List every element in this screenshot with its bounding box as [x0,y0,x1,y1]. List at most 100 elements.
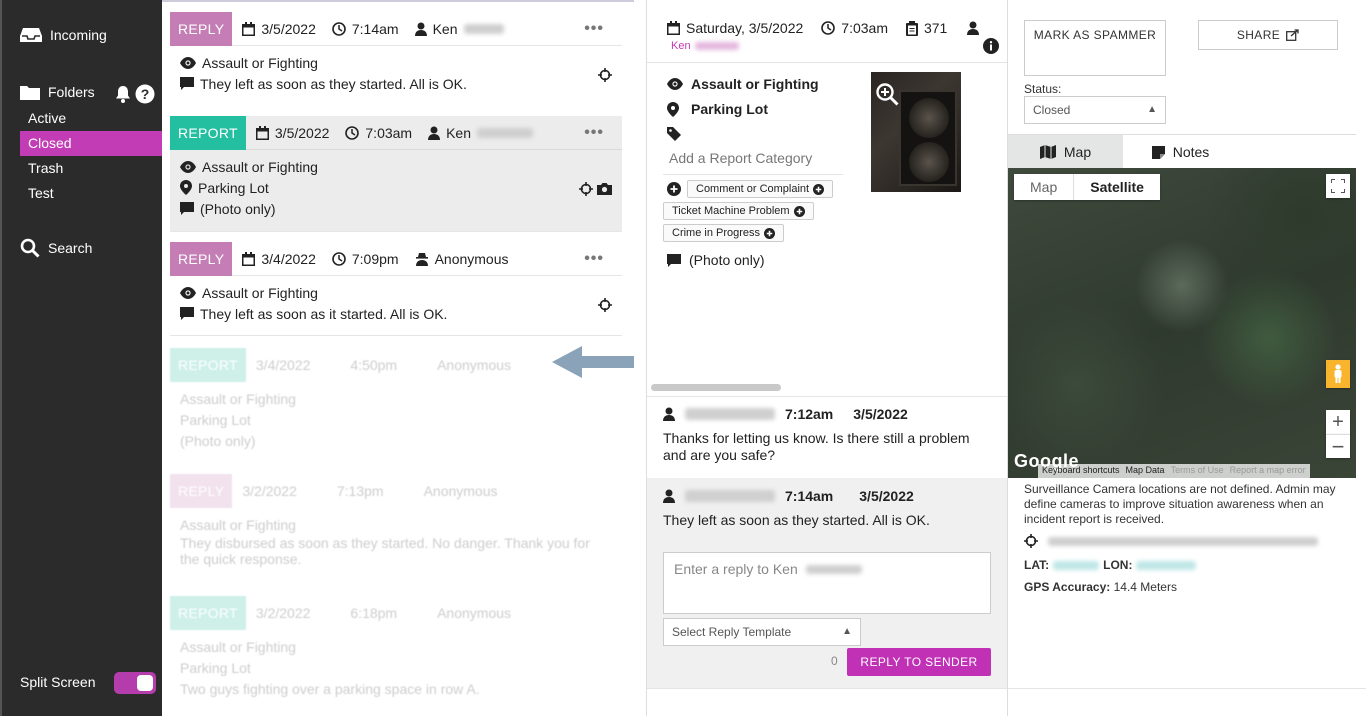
more-options-icon[interactable]: ••• [584,124,604,142]
anonymous-icon [415,252,429,266]
list-item[interactable]: REPLY 3/4/2022 7:09pm Anonymous ••• Assa… [170,241,622,336]
card-date: 3/2/2022 [242,483,297,499]
message-text: Thanks for letting us know. Is there sti… [663,430,970,463]
card-message: They left as soon as it started. All is … [200,305,448,322]
sidebar-folders-header: Folders [20,84,95,100]
bell-icon[interactable] [114,85,132,103]
card-location: Parking Lot [180,659,251,676]
detail-horizontal-scrollbar[interactable] [651,384,781,391]
locate-icon[interactable] [579,182,593,196]
note-icon [1151,145,1165,159]
tab-map-label: Map [1063,144,1092,160]
card-sender: Anonymous [434,250,509,267]
panel-tabs: Map Notes [1008,134,1356,169]
list-item-selected[interactable]: REPORT 3/5/2022 7:03am Ken ••• Assault o… [170,115,622,232]
camera-icon[interactable] [597,182,612,196]
sidebar-item-trash[interactable]: Trash [20,156,164,181]
report-photo[interactable] [871,72,961,192]
folders-label: Folders [48,84,95,100]
card-category: Assault or Fighting [202,54,318,71]
detail-sender[interactable]: Ken [671,40,739,52]
locate-icon[interactable] [598,68,612,82]
help-icon[interactable]: ? [135,84,155,104]
sidebar-item-test[interactable]: Test [20,181,164,206]
more-options-icon[interactable]: ••• [584,20,604,38]
reply-textarea[interactable]: Enter a reply to Ken [663,552,991,614]
list-item[interactable]: REPLY 3/5/2022 7:14am Ken ••• Assault or… [170,11,622,118]
card-time: 6:18pm [350,605,398,621]
calendar-icon [242,21,256,36]
status-label: Status: [1024,82,1062,96]
sidebar-item-search[interactable]: Search [20,238,92,258]
incident-list: REPLY 3/5/2022 7:14am Ken ••• Assault or… [162,0,634,716]
share-button[interactable]: SHARE [1198,20,1338,50]
detail-message: (Photo only) [689,252,765,268]
keyboard-shortcuts-link[interactable]: Keyboard shortcuts [1042,465,1120,477]
sidebar-item-incoming[interactable]: Incoming [20,26,107,44]
card-sender: Anonymous [437,357,512,373]
card-time: 7:09pm [351,250,399,267]
add-circle-icon [764,227,776,239]
list-item[interactable]: REPORT 3/2/2022 6:18pm Anonymous Assault… [170,596,622,714]
zoom-out-button[interactable]: − [1326,434,1350,459]
locate-icon[interactable] [598,298,612,312]
card-message: They left as soon as they started. All i… [200,75,467,92]
detail-count: 371 [923,20,948,36]
collapse-arrow-icon[interactable] [552,344,634,380]
add-category-input[interactable]: Add a Report Category [669,150,812,166]
search-icon [20,238,40,258]
category-pill-ticket[interactable]: Ticket Machine Problem [663,202,814,220]
share-icon [1286,29,1299,41]
more-options-icon[interactable]: ••• [584,250,604,268]
char-count: 0 [831,654,838,668]
list-item[interactable]: REPLY 3/2/2022 7:13pm Anonymous Assault … [170,474,622,592]
coordinates-row: LAT: LON: [1024,558,1197,573]
status-value: Closed [1033,103,1071,117]
zoom-in-button[interactable]: + [1326,410,1350,434]
card-date: 3/5/2022 [274,124,330,141]
map-data-link[interactable]: Map Data [1126,465,1165,477]
svg-text:?: ? [141,86,150,102]
reply-to-sender-button[interactable]: REPLY TO SENDER [847,648,991,676]
photo-detail [909,142,949,182]
clock-icon [345,125,360,140]
zoom-in-icon[interactable] [875,82,899,106]
info-icon[interactable] [983,38,999,54]
report-detail: Saturday, 3/5/2022 7:03am 371 Ken Assaul… [646,0,1008,716]
map-type-satellite[interactable]: Satellite [1073,174,1160,200]
add-circle-icon[interactable] [667,182,681,196]
category-pill-comment[interactable]: Comment or Complaint [687,180,834,198]
message-date: 3/5/2022 [853,406,908,422]
card-message: (Photo only) [180,432,256,449]
camera-note: Surveillance Camera locations are not de… [1024,482,1336,526]
split-screen-label: Split Screen [20,674,96,690]
reply-tag: REPLY [170,474,233,508]
sidebar-item-closed[interactable]: Closed [20,131,164,156]
sender-blurred [463,23,504,34]
locate-icon [1024,534,1038,548]
status-select[interactable]: Closed ▲ [1024,96,1166,124]
user-icon[interactable] [967,21,980,35]
sender-blurred [477,127,534,138]
category-pill-crime[interactable]: Crime in Progress [663,224,785,242]
satellite-map[interactable]: Map Satellite + − Google Keyboard shortc… [1008,168,1356,478]
reply-template-select[interactable]: Select Reply Template ▲ [663,618,861,646]
fullscreen-icon[interactable] [1326,174,1350,198]
card-category: Assault or Fighting [202,158,318,175]
tab-map[interactable]: Map [1008,135,1123,169]
split-screen-toggle[interactable] [114,672,156,694]
street-view-pegman-icon[interactable] [1326,360,1350,388]
card-message: They disbursed as soon as they started. … [180,535,590,567]
detail-location: Parking Lot [691,101,769,117]
sender-name: Ken [671,40,691,52]
sidebar-item-active[interactable]: Active [20,106,164,131]
sort-caret-icon: ▲ [1147,104,1157,115]
terms-link[interactable]: Terms of Use [1171,465,1224,477]
map-type-map[interactable]: Map [1014,174,1073,200]
report-map-error-link[interactable]: Report a map error [1230,465,1306,477]
message-sender: 7:14am 3/5/2022 They left as soon as the… [647,478,1007,538]
mark-spammer-button[interactable]: MARK AS SPAMMER [1024,20,1166,76]
comment-icon [667,253,681,267]
tab-notes[interactable]: Notes [1123,135,1238,169]
report-tag: REPORT [170,596,246,630]
